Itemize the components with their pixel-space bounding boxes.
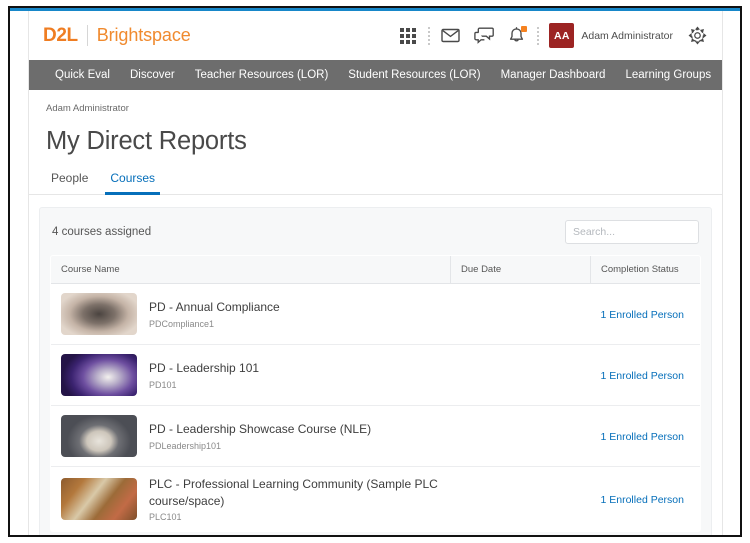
cell-due-date [451, 467, 591, 532]
enrolled-person-link[interactable]: 1 Enrolled Person [601, 431, 684, 443]
brand-header: D2L Brightspace AA Adam Administrator [29, 11, 722, 60]
course-name[interactable]: PLC - Professional Learning Community (S… [149, 476, 441, 509]
user-name-label: Adam Administrator [581, 29, 673, 42]
table-header-row: Course Name Due Date Completion Status [51, 256, 700, 284]
nav-item-learning-groups[interactable]: Learning Groups [615, 60, 721, 90]
enrolled-person-link[interactable]: 1 Enrolled Person [601, 370, 684, 382]
header-divider-dots [424, 25, 434, 47]
bell-icon[interactable] [500, 21, 533, 51]
nav-item-manager-dashboard[interactable]: Manager Dashboard [491, 60, 616, 90]
chat-icon[interactable] [467, 21, 500, 51]
envelope-icon[interactable] [434, 21, 467, 51]
cell-completion-status: 1 Enrolled Person [591, 406, 701, 467]
course-code: PD101 [149, 379, 177, 390]
table-head: Course Name Due Date Completion Status [51, 256, 700, 284]
table-row[interactable]: PD - Leadership Showcase Course (NLE) PD… [51, 406, 701, 467]
cell-course: PD - Leadership 101 PD101 [51, 345, 451, 406]
course-cell: PD - Leadership Showcase Course (NLE) PD… [61, 415, 441, 457]
header-actions: AA Adam Administrator [391, 21, 714, 51]
course-text: PLC - Professional Learning Community (S… [149, 476, 441, 522]
gear-icon[interactable] [681, 21, 714, 51]
table-row[interactable]: PLC - Professional Learning Community (S… [51, 467, 701, 532]
course-cell: PD - Leadership 101 PD101 [61, 354, 441, 396]
cell-completion-status: 1 Enrolled Person [591, 284, 701, 345]
notification-badge-dot [521, 25, 528, 32]
page-body: D2L Brightspace AA Adam Administrator Qu… [29, 11, 722, 535]
course-name[interactable]: PD - Leadership 101 [149, 360, 259, 377]
cell-course: PLC - Professional Learning Community (S… [51, 467, 451, 532]
page-title: My Direct Reports [46, 127, 247, 155]
table-row[interactable]: PD - Leadership 101 PD101 1 Enrolled Per… [51, 345, 701, 406]
page-left-gutter [10, 11, 29, 535]
primary-navbar: Quick Eval Discover Teacher Resources (L… [29, 60, 722, 90]
course-thumbnail-image [61, 415, 137, 457]
course-thumbnail-image [61, 354, 137, 396]
courses-table: Course Name Due Date Completion Status P… [50, 255, 701, 533]
logo-brightspace-text: Brightspace [96, 25, 191, 45]
envelope-glyph [441, 28, 461, 43]
nav-item-more[interactable]: More [721, 60, 722, 90]
course-name[interactable]: PD - Annual Compliance [149, 299, 280, 316]
column-header-due-date[interactable]: Due Date [450, 256, 591, 284]
cell-due-date [451, 284, 591, 345]
logo-d2l-text: D2L [43, 24, 78, 46]
enrolled-person-link[interactable]: 1 Enrolled Person [601, 309, 684, 321]
course-thumbnail-image [61, 478, 137, 521]
search-input[interactable] [573, 226, 708, 238]
course-text: PD - Leadership 101 PD101 [149, 360, 259, 390]
column-header-completion-status[interactable]: Completion Status [590, 256, 700, 284]
column-header-course-name[interactable]: Course Name [51, 256, 451, 284]
tab-people[interactable]: People [46, 171, 93, 195]
page-scrollbar-track[interactable] [722, 11, 740, 535]
gear-glyph [688, 26, 707, 45]
cell-course: PD - Leadership Showcase Course (NLE) PD… [51, 406, 451, 467]
cell-completion-status: 1 Enrolled Person [591, 345, 701, 406]
courses-panel: 4 courses assigned Course Name Due Dat [39, 207, 712, 535]
course-code: PDLeadership101 [149, 440, 222, 451]
course-code: PLC101 [149, 512, 182, 523]
cell-due-date [451, 345, 591, 406]
avatar[interactable]: AA [549, 23, 575, 48]
course-count-label: 4 courses assigned [52, 226, 152, 238]
main-content: Adam Administrator My Direct Reports Peo… [29, 90, 722, 535]
course-name[interactable]: PD - Leadership Showcase Course (NLE) [149, 421, 371, 438]
nav-item-quick-eval[interactable]: Quick Eval [45, 60, 120, 90]
browser-frame: D2L Brightspace AA Adam Administrator Qu… [8, 6, 742, 537]
course-thumbnail-image [61, 293, 137, 335]
waffle-icon[interactable] [391, 21, 424, 51]
nav-item-student-resources[interactable]: Student Resources (LOR) [338, 60, 490, 90]
brand-logo[interactable]: D2L Brightspace [43, 25, 191, 47]
table-row[interactable]: PD - Annual Compliance PDCompliance1 1 E… [51, 284, 701, 345]
tab-courses[interactable]: Courses [105, 171, 161, 195]
panel-toolbar: 4 courses assigned [50, 218, 708, 246]
course-cell: PD - Annual Compliance PDCompliance1 [61, 293, 441, 335]
breadcrumb[interactable]: Adam Administrator [29, 103, 722, 114]
search-box[interactable] [565, 220, 708, 244]
table-body: PD - Annual Compliance PDCompliance1 1 E… [51, 284, 701, 532]
course-text: PD - Annual Compliance PDCompliance1 [149, 299, 280, 329]
nav-item-teacher-resources[interactable]: Teacher Resources (LOR) [185, 60, 339, 90]
tab-list: People Courses [29, 171, 722, 195]
cell-completion-status: 1 Enrolled Person [591, 467, 701, 532]
course-code: PDCompliance1 [149, 318, 215, 329]
waffle-grid [399, 27, 416, 44]
logo-divider [86, 25, 88, 46]
nav-item-discover[interactable]: Discover [120, 60, 185, 90]
course-text: PD - Leadership Showcase Course (NLE) PD… [149, 421, 371, 451]
chat-glyph [474, 27, 494, 44]
cell-due-date [451, 406, 591, 467]
course-cell: PLC - Professional Learning Community (S… [61, 476, 441, 522]
enrolled-person-link[interactable]: 1 Enrolled Person [601, 494, 684, 506]
header-divider-dots-2 [533, 25, 543, 47]
cell-course: PD - Annual Compliance PDCompliance1 [51, 284, 451, 345]
